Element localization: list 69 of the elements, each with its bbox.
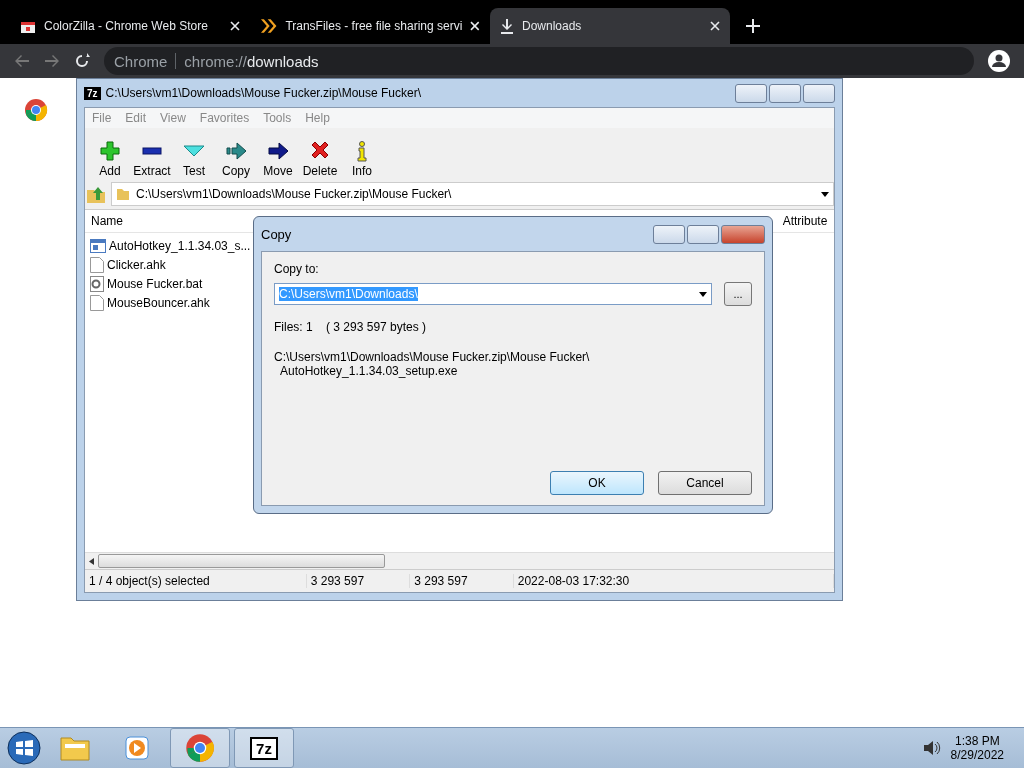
status-text: 2022-08-03 17:32:30 xyxy=(513,574,834,588)
toolbar-button[interactable]: Test xyxy=(173,140,215,178)
program-icon xyxy=(90,238,106,253)
file-icon xyxy=(90,294,104,311)
toolbar-button[interactable]: Move xyxy=(257,140,299,178)
profile-icon[interactable] xyxy=(988,50,1010,72)
scrollbar[interactable] xyxy=(85,552,834,569)
taskbar-button[interactable]: 7z xyxy=(234,728,294,768)
browser-tab[interactable]: TransFiles - free file sharing servi xyxy=(250,8,490,44)
start-button[interactable] xyxy=(6,730,42,766)
chevrons-icon xyxy=(260,18,278,34)
close-icon[interactable] xyxy=(470,21,480,31)
browser-tab[interactable]: Downloads xyxy=(490,8,730,44)
maximize-button[interactable] xyxy=(769,83,801,103)
source-path: C:\Users\vm1\Downloads\Mouse Fucker.zip\Mouse Fucker\ xyxy=(274,350,591,364)
close-button[interactable] xyxy=(803,83,835,103)
reload-icon[interactable] xyxy=(74,53,90,69)
back-icon[interactable] xyxy=(14,53,30,69)
file-name[interactable]: Mouse Fucker.bat xyxy=(107,276,203,291)
dropdown-icon[interactable] xyxy=(821,191,829,197)
app-logo: 7z xyxy=(84,86,101,100)
scroll-left-icon[interactable] xyxy=(89,557,94,565)
path-field[interactable]: C:\Users\vm1\Downloads\Mouse Fucker.zip\Mouse Fucker\ xyxy=(111,182,834,206)
arrow-icon xyxy=(225,140,247,162)
dropdown-icon[interactable] xyxy=(699,291,707,297)
folder-icon xyxy=(116,187,130,201)
toolbar-button[interactable]: Add xyxy=(89,140,131,178)
download-icon xyxy=(500,18,514,34)
chrome-icon xyxy=(185,733,215,763)
file-name[interactable]: AutoHotkey_1.1.34.03_s... xyxy=(109,238,251,253)
arrow-icon xyxy=(267,140,289,162)
speaker-icon[interactable] xyxy=(922,740,941,756)
dialog-title: Copy xyxy=(261,226,292,242)
close-icon[interactable] xyxy=(230,21,240,31)
plus-icon xyxy=(99,140,121,162)
forward-icon[interactable] xyxy=(44,53,60,69)
dialog-button[interactable]: OK xyxy=(550,471,644,495)
toolbar-button[interactable]: Extract xyxy=(131,140,173,178)
toolbar-button[interactable]: Copy xyxy=(215,140,257,178)
status-text: 1 / 4 object(s) selected xyxy=(85,574,307,588)
taskbar-button[interactable] xyxy=(170,728,230,768)
file-icon xyxy=(90,256,104,273)
minimize-button[interactable] xyxy=(735,83,767,103)
close-button[interactable] xyxy=(721,224,765,244)
files-summary: Files: 1 ( 3 293 597 bytes ) xyxy=(274,320,428,334)
toolbar-button[interactable]: Info xyxy=(341,140,383,178)
dialog-button[interactable]: Cancel xyxy=(658,471,752,495)
window-title: C:\Users\vm1\Downloads\Mouse Fucker.zip\Mouse Fucker\ xyxy=(105,86,421,100)
app-logo: 7z xyxy=(250,736,278,760)
column-header[interactable]: Attribute xyxy=(776,214,834,228)
file-name[interactable]: Clicker.ahk xyxy=(107,257,166,272)
toolbar-button[interactable]: Delete xyxy=(299,140,341,178)
folder-icon xyxy=(59,734,91,762)
minimize-button[interactable] xyxy=(653,224,685,244)
source-path: AutoHotkey_1.1.34.03_setup.exe xyxy=(279,364,459,378)
browser-tab[interactable]: ColorZilla - Chrome Web Store xyxy=(10,8,250,44)
chrome-logo xyxy=(24,98,48,122)
new-tab-icon[interactable] xyxy=(746,19,760,33)
close-icon[interactable] xyxy=(710,21,720,31)
file-name[interactable]: MouseBouncer.ahk xyxy=(107,295,210,310)
status-text: 3 293 597 xyxy=(410,574,514,588)
gear-file-icon xyxy=(90,275,104,292)
play-icon xyxy=(124,735,150,761)
field-label: Copy to: xyxy=(274,262,320,276)
status-text: 3 293 597 xyxy=(306,574,411,588)
address-bar[interactable]: Chrome chrome://downloads xyxy=(104,47,974,75)
browse-button[interactable]: ... xyxy=(724,282,752,306)
clock[interactable]: 1:38 PM 8/29/2022 xyxy=(950,734,1018,762)
maximize-button[interactable] xyxy=(687,224,719,244)
